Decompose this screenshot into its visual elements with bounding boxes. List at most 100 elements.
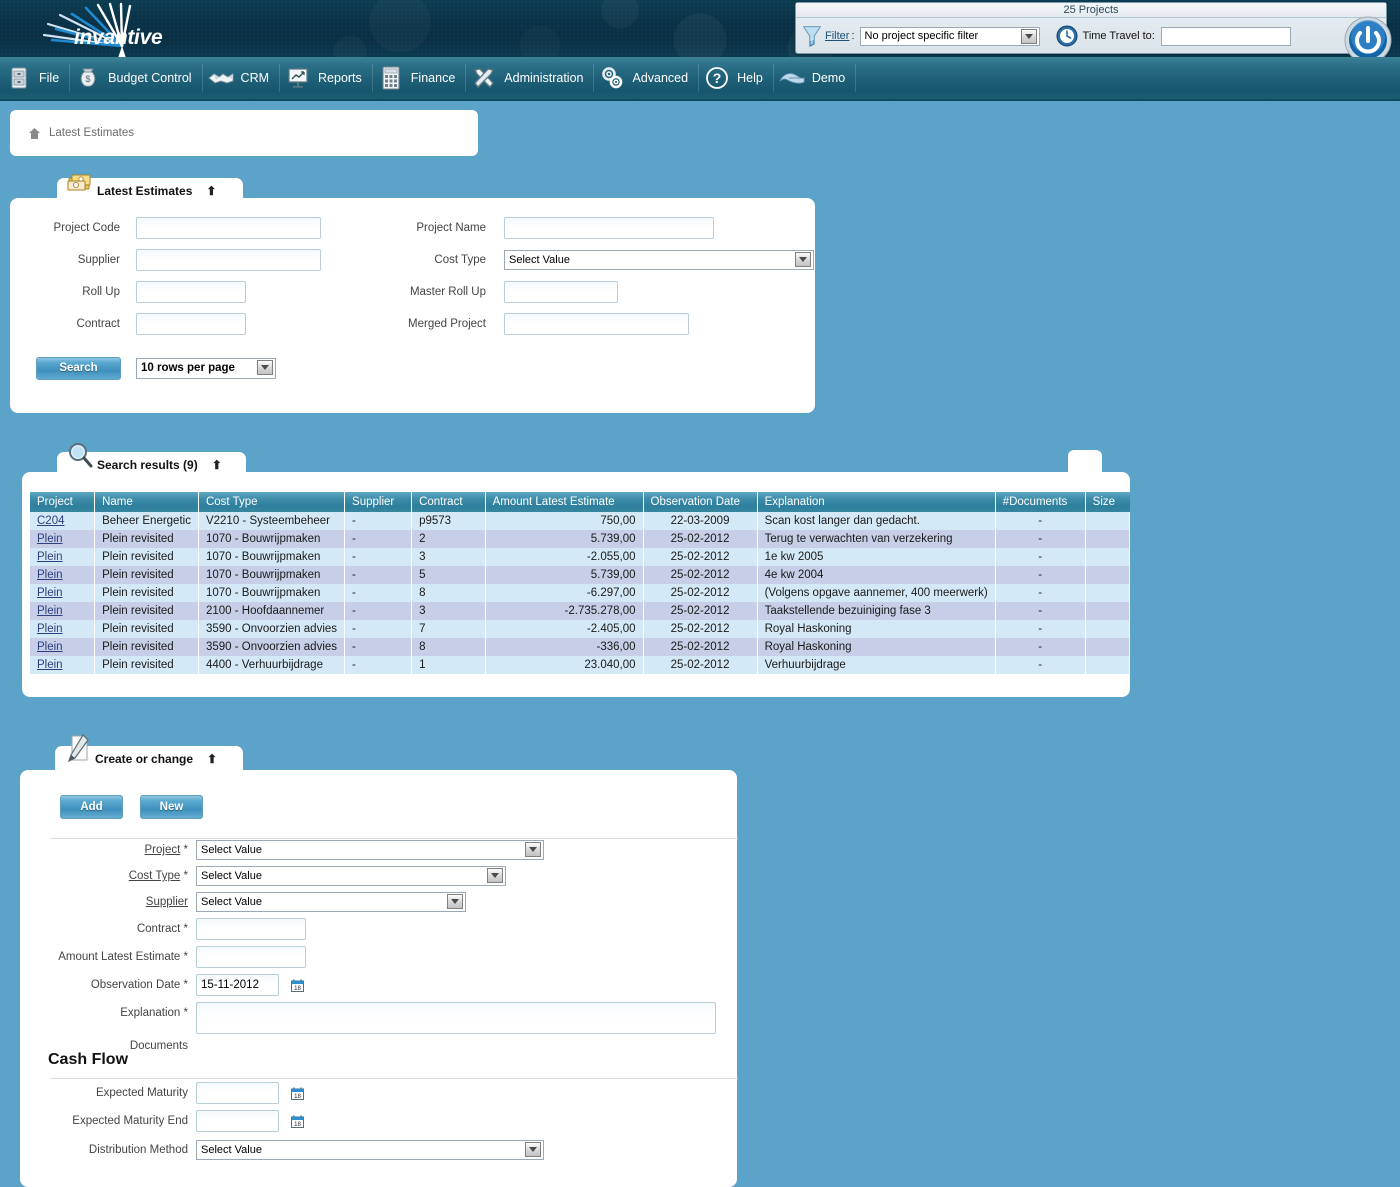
breadcrumb-label[interactable]: Latest Estimates (49, 127, 134, 139)
chevron-up-icon-results-panel[interactable]: ⬆ (212, 459, 222, 471)
cell-explanation: Terug te verwachten van verzekering (757, 530, 996, 548)
project-link[interactable]: Plein (37, 641, 63, 653)
input-create-amount[interactable] (196, 946, 306, 968)
new-button[interactable]: New (140, 795, 203, 819)
input-roll-up[interactable] (136, 281, 246, 303)
cell-contract: 1 (411, 656, 486, 674)
project-link[interactable]: Plein (37, 533, 63, 545)
calendar-picker-icon-expected-maturity-end[interactable]: 18 (291, 1115, 304, 1128)
gears-icon (599, 65, 625, 91)
project-link[interactable]: Plein (37, 551, 63, 563)
col-project[interactable]: Project (30, 492, 96, 512)
select-create-supplier[interactable]: Select Value (196, 892, 466, 912)
col-documents[interactable]: #Documents (995, 492, 1086, 512)
menu-item-advanced[interactable]: Advanced (593, 56, 698, 100)
calendar-picker-icon-expected-maturity[interactable]: 18 (291, 1087, 304, 1100)
project-filter-box: 25 Projects Filter : No project specific… (795, 2, 1392, 64)
cell-project[interactable]: Plein (30, 602, 96, 620)
cell-explanation: 4e kw 2004 (757, 566, 996, 584)
chevron-down-icon-create-supplier[interactable] (447, 894, 463, 909)
table-row[interactable]: C204 Beheer Energetic V2210 - Systeembehee… (30, 512, 1131, 530)
panel-tab-search-results[interactable]: Search results (9) ⬆ (57, 443, 246, 478)
select-cost-type[interactable]: Select Value (504, 250, 814, 270)
col-supplier[interactable]: Supplier (344, 492, 413, 512)
chevron-down-icon-distribution-method[interactable] (525, 1142, 541, 1157)
textarea-create-explanation[interactable] (196, 1002, 716, 1034)
chevron-down-icon[interactable] (1020, 28, 1037, 44)
project-link[interactable]: Plein (37, 659, 63, 671)
time-travel-input[interactable] (1160, 26, 1291, 46)
select-create-cost-type[interactable]: Select Value (196, 866, 506, 886)
project-link[interactable]: Plein (37, 623, 63, 635)
input-expected-maturity[interactable] (196, 1082, 279, 1104)
table-row[interactable]: Plein Plein revisited 4400 - Verhuurbijdra… (30, 656, 1131, 674)
col-observation-date[interactable]: Observation Date (643, 492, 758, 512)
table-row[interactable]: Plein Plein revisited 3590 - Onvoorzien ad… (30, 638, 1131, 656)
col-contract[interactable]: Contract (411, 492, 486, 512)
cell-name: Plein revisited (94, 602, 199, 620)
input-create-observation-date[interactable] (196, 974, 279, 996)
panel-title-latest-estimates: Latest Estimates (97, 184, 193, 198)
project-link[interactable]: Plein (37, 605, 63, 617)
chevron-down-icon-create-project[interactable] (525, 842, 541, 857)
filter-link[interactable]: Filter (825, 30, 849, 42)
select-distribution-method[interactable]: Select Value (196, 1140, 544, 1160)
cell-project[interactable]: Plein (30, 584, 96, 602)
table-row[interactable]: Plein Plein revisited 1070 - Bouwrijpmaken… (30, 530, 1131, 548)
input-expected-maturity-end[interactable] (196, 1110, 279, 1132)
menu-item-administration[interactable]: Administration (465, 56, 593, 100)
select-rows-per-page[interactable]: 10 rows per page (136, 357, 276, 379)
chevron-down-icon-cost-type[interactable] (795, 252, 811, 267)
form-row-supplier: Supplier Cost Type Select Value (10, 244, 815, 276)
project-filter-select[interactable]: No project specific filter (859, 26, 1040, 46)
select-create-project[interactable]: Select Value (196, 840, 544, 860)
table-row[interactable]: Plein Plein revisited 1070 - Bouwrijpmaken… (30, 584, 1131, 602)
col-cost-type[interactable]: Cost Type (198, 492, 346, 512)
chevron-down-icon-create-cost-type[interactable] (487, 868, 503, 883)
menu-item-file[interactable]: File (0, 56, 69, 100)
form-row-project: Project Code Project Name (10, 212, 815, 244)
project-link[interactable]: Plein (37, 587, 63, 599)
panel-tab-latest-estimates[interactable]: Latest Estimates ⬆ (57, 174, 243, 204)
pencil-document-icon (67, 734, 89, 763)
chevron-down-icon-rows[interactable] (257, 359, 273, 375)
cell-project[interactable]: C204 (30, 512, 96, 530)
project-link[interactable]: Plein (37, 569, 63, 581)
cell-project[interactable]: Plein (30, 566, 96, 584)
col-amount[interactable]: Amount Latest Estimate (485, 492, 644, 512)
menu-item-finance[interactable]: Finance (371, 56, 465, 100)
table-row[interactable]: Plein Plein revisited 3590 - Onvoorzien ad… (30, 620, 1131, 638)
cell-project[interactable]: Plein (30, 620, 96, 638)
col-explanation[interactable]: Explanation (757, 492, 996, 512)
menu-item-crm[interactable]: CRM (201, 56, 279, 100)
chevron-up-icon-search-panel[interactable]: ⬆ (206, 185, 216, 197)
menu-item-demo[interactable]: Demo (772, 56, 855, 100)
menu-item-budget-control[interactable]: $ Budget Control (69, 56, 201, 100)
brand-logo[interactable]: invantive (26, 2, 196, 57)
add-button[interactable]: Add (60, 795, 123, 819)
input-project-code[interactable] (136, 217, 321, 239)
input-merged-project[interactable] (504, 313, 689, 335)
input-master-roll-up[interactable] (504, 281, 618, 303)
cell-project[interactable]: Plein (30, 656, 96, 674)
table-row[interactable]: Plein Plein revisited 1070 - Bouwrijpmaken… (30, 566, 1131, 584)
cell-project[interactable]: Plein (30, 638, 96, 656)
menu-item-help[interactable]: ? Help (698, 56, 773, 100)
cell-contract: p9573 (411, 512, 486, 530)
menu-item-reports[interactable]: Reports (279, 56, 372, 100)
input-supplier[interactable] (136, 249, 321, 271)
cell-project[interactable]: Plein (30, 548, 96, 566)
input-contract[interactable] (136, 313, 246, 335)
table-row[interactable]: Plein Plein revisited 2100 - Hoofdaannemer… (30, 602, 1131, 620)
calendar-picker-icon-observation[interactable]: 18 (291, 979, 304, 992)
table-row[interactable]: Plein Plein revisited 1070 - Bouwrijpmaken… (30, 548, 1131, 566)
panel-tab-create-or-change[interactable]: Create or change ⬆ (55, 734, 243, 772)
project-link[interactable]: C204 (37, 515, 65, 527)
chevron-up-icon-create-panel[interactable]: ⬆ (207, 753, 217, 765)
input-create-contract[interactable] (196, 918, 306, 940)
col-name[interactable]: Name (94, 492, 199, 512)
col-size[interactable]: Size (1085, 492, 1130, 512)
search-button[interactable]: Search (36, 356, 121, 380)
cell-project[interactable]: Plein (30, 530, 96, 548)
input-project-name[interactable] (504, 217, 714, 239)
